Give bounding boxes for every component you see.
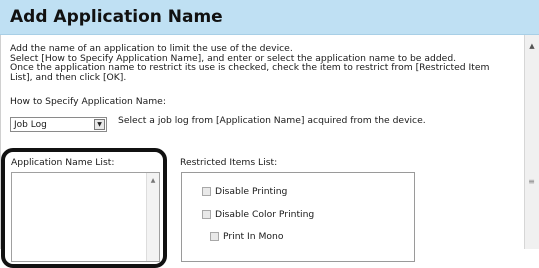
restricted-item-disable-printing[interactable]: Disable Printing	[202, 186, 287, 197]
scroll-up-arrow-icon[interactable]: ▲	[525, 41, 539, 51]
dialog-title: Add Application Name	[10, 7, 223, 27]
checkbox[interactable]	[202, 210, 211, 219]
chevron-down-icon[interactable]: ▼	[94, 119, 105, 130]
list-scrollbar[interactable]: ▲	[146, 173, 159, 261]
page-scrollbar[interactable]: ▲ ≡	[524, 35, 539, 249]
scroll-up-arrow-icon[interactable]: ▲	[147, 177, 159, 184]
how-to-specify-label: How to Specify Application Name:	[10, 96, 166, 107]
how-to-specify-select[interactable]: Job Log ▼	[10, 117, 107, 132]
description-line: List], and then click [OK].	[10, 71, 127, 83]
restricted-item-print-in-mono[interactable]: Print In Mono	[210, 231, 284, 242]
checkbox[interactable]	[202, 187, 211, 196]
description-text: Add the name of an application to limit …	[10, 44, 520, 82]
select-hint-text: Select a job log from [Application Name]…	[118, 115, 426, 126]
checkbox-label: Disable Printing	[215, 186, 288, 197]
restricted-items-list-label: Restricted Items List:	[180, 157, 278, 168]
select-value: Job Log	[14, 120, 47, 130]
checkbox-label: Print In Mono	[223, 231, 284, 242]
application-name-list-label: Application Name List:	[11, 157, 115, 168]
scroll-grip-icon[interactable]: ≡	[527, 175, 536, 189]
checkbox[interactable]	[210, 232, 219, 241]
checkbox-label: Disable Color Printing	[215, 209, 315, 220]
dialog-header: Add Application Name	[0, 0, 539, 35]
restricted-item-disable-color-printing[interactable]: Disable Color Printing	[202, 209, 314, 220]
